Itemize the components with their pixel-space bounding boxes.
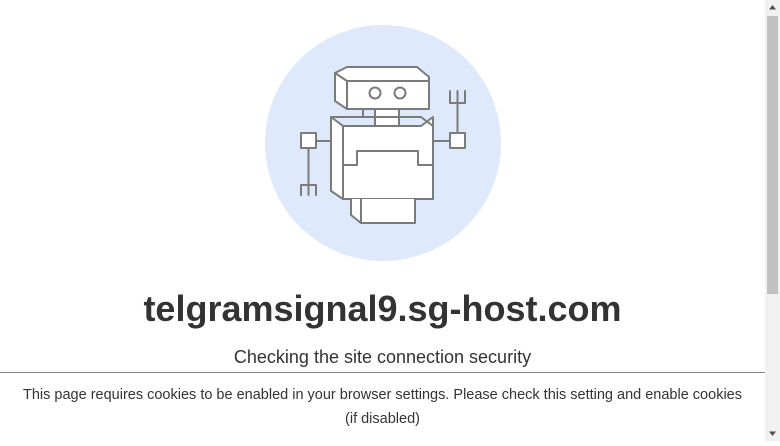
- robot-icon: [265, 25, 501, 261]
- cookie-notice-banner: This page requires cookies to be enabled…: [0, 372, 765, 441]
- vertical-scrollbar[interactable]: [765, 0, 780, 441]
- scroll-down-arrow-icon[interactable]: [765, 426, 780, 441]
- cookie-notice-text: This page requires cookies to be enabled…: [23, 387, 742, 427]
- page-viewport: telgramsignal9.sg-host.com Checking the …: [0, 0, 765, 441]
- site-domain-title: telgramsignal9.sg-host.com: [143, 288, 622, 329]
- scrollbar-thumb[interactable]: [767, 16, 778, 294]
- robot-illustration: [265, 25, 501, 261]
- scroll-up-arrow-icon[interactable]: [765, 0, 780, 15]
- connection-status-text: Checking the site connection security: [233, 347, 532, 367]
